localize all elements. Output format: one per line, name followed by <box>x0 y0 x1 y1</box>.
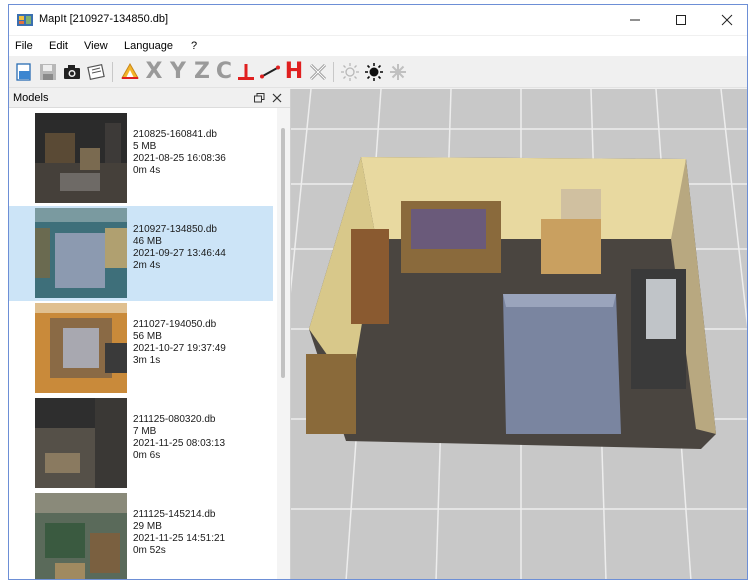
menu-edit[interactable]: Edit <box>49 40 68 52</box>
map-app-icon <box>17 14 33 26</box>
close-button[interactable] <box>707 5 747 35</box>
y-axis-icon: Y <box>170 59 186 84</box>
model-item[interactable]: 211125-080320.db 7 MB 2021-11-25 08:03:1… <box>9 396 273 491</box>
model-info: 211027-194050.db 56 MB 2021-10-27 19:37:… <box>133 319 226 367</box>
close-panel-icon[interactable] <box>272 93 282 103</box>
model-thumbnail <box>35 398 127 488</box>
save-icon <box>40 64 56 80</box>
open-file-icon <box>16 63 31 81</box>
model-duration: 3m 1s <box>133 355 161 366</box>
model-duration: 0m 6s <box>133 450 161 461</box>
close-icon <box>721 14 733 26</box>
x-axis-button[interactable]: X <box>143 60 165 84</box>
model-thumbnail <box>35 208 127 298</box>
scrollbar-thumb[interactable] <box>281 128 285 378</box>
measure-line-button[interactable] <box>259 60 281 84</box>
screenshot-button[interactable] <box>61 60 83 84</box>
light-sparkle-button[interactable] <box>387 60 409 84</box>
model-info: 210825-160841.db 5 MB 2021-08-25 16:08:3… <box>133 129 226 177</box>
clear-measure-button[interactable] <box>307 60 329 84</box>
sun-filled-icon <box>365 63 383 81</box>
minimize-icon <box>630 19 640 21</box>
models-list: 210825-160841.db 5 MB 2021-08-25 16:08:3… <box>9 108 277 579</box>
window-title: MapIt [210927-134850.db] <box>39 13 169 25</box>
c-axis-button[interactable]: C <box>213 60 235 84</box>
toolbar-separator <box>112 62 113 82</box>
light-high-button[interactable] <box>363 60 385 84</box>
room-scan-model <box>306 157 716 449</box>
model-date: 2021-08-25 16:08:36 <box>133 153 226 164</box>
models-scrollbar[interactable] <box>277 108 290 579</box>
x-axis-icon: X <box>145 59 163 84</box>
model-date: 2021-11-25 08:03:13 <box>133 438 226 449</box>
model-size: 46 MB <box>133 236 162 247</box>
model-date: 2021-09-27 13:46:44 <box>133 248 226 259</box>
float-panel-icon[interactable] <box>254 93 265 103</box>
y-axis-button[interactable]: Y <box>167 60 189 84</box>
3d-viewport[interactable] <box>291 89 748 580</box>
model-thumbnail <box>35 303 127 393</box>
model-name: 210927-134850.db <box>133 224 217 235</box>
light-low-button[interactable] <box>339 60 361 84</box>
model-thumbnail <box>35 113 127 203</box>
z-axis-icon: Z <box>194 59 210 84</box>
menu-file[interactable]: File <box>15 40 33 52</box>
model-size: 7 MB <box>133 426 157 437</box>
maximize-button[interactable] <box>661 5 701 35</box>
model-item-selected[interactable]: 210927-134850.db 46 MB 2021-09-27 13:46:… <box>9 206 273 301</box>
perpendicular-button[interactable] <box>235 60 257 84</box>
notepad-icon <box>87 63 105 81</box>
model-info: 210927-134850.db 46 MB 2021-09-27 13:46:… <box>133 224 226 272</box>
sparkle-icon <box>390 64 406 80</box>
model-duration: 2m 4s <box>133 260 161 271</box>
toolbar-separator <box>333 62 334 82</box>
open-button[interactable] <box>13 60 35 84</box>
model-name: 211125-145214.db <box>133 509 216 520</box>
model-info: 211125-145214.db 29 MB 2021-11-25 14:51:… <box>133 509 225 557</box>
c-axis-icon: C <box>215 59 233 84</box>
model-item[interactable]: 211027-194050.db 56 MB 2021-10-27 19:37:… <box>9 301 273 396</box>
title-bar: MapIt [210927-134850.db] <box>9 5 747 35</box>
maximize-icon <box>676 15 686 25</box>
room-scene[interactable] <box>291 89 748 580</box>
model-item[interactable]: 211125-145214.db 29 MB 2021-11-25 14:51:… <box>9 491 273 579</box>
house-axes-icon <box>121 62 139 79</box>
model-date: 2021-10-27 19:37:49 <box>133 343 226 354</box>
sun-outline-icon <box>341 63 359 81</box>
notes-button[interactable] <box>85 60 107 84</box>
save-button[interactable] <box>37 60 59 84</box>
model-date: 2021-11-25 14:51:21 <box>133 533 226 544</box>
model-size: 29 MB <box>133 521 162 532</box>
menu-help[interactable]: ? <box>191 40 197 52</box>
menu-view[interactable]: View <box>84 40 108 52</box>
height-icon: H <box>284 59 304 84</box>
models-panel-title: Models <box>13 92 49 104</box>
menu-bar: File Edit View Language ? <box>9 36 747 56</box>
menu-language[interactable]: Language <box>124 40 173 52</box>
model-item[interactable]: 210825-160841.db 5 MB 2021-08-25 16:08:3… <box>9 111 273 206</box>
models-panel-header: Models <box>9 89 290 108</box>
model-size: 56 MB <box>133 331 162 342</box>
models-panel: Models 210825-160841.db 5 MB 2021-08-25 … <box>9 89 291 579</box>
model-name: 211027-194050.db <box>133 319 217 330</box>
model-info: 211125-080320.db 7 MB 2021-11-25 08:03:1… <box>133 414 225 462</box>
measure-line-icon <box>260 65 280 79</box>
model-size: 5 MB <box>133 141 157 152</box>
model-duration: 0m 4s <box>133 165 161 176</box>
model-name: 210825-160841.db <box>133 129 217 140</box>
z-axis-button[interactable]: Z <box>191 60 213 84</box>
app-window: MapIt [210927-134850.db] File Edit View … <box>8 4 748 580</box>
toolbar: X Y Z C H <box>9 57 747 88</box>
camera-icon <box>64 65 80 79</box>
model-duration: 0m 52s <box>133 545 166 556</box>
clear-measure-icon <box>309 63 327 81</box>
walls-button[interactable] <box>119 60 141 84</box>
model-name: 211125-080320.db <box>133 414 216 425</box>
perpendicular-icon <box>238 64 254 80</box>
model-thumbnail <box>35 493 127 579</box>
minimize-button[interactable] <box>615 5 655 35</box>
height-button[interactable]: H <box>283 60 305 84</box>
